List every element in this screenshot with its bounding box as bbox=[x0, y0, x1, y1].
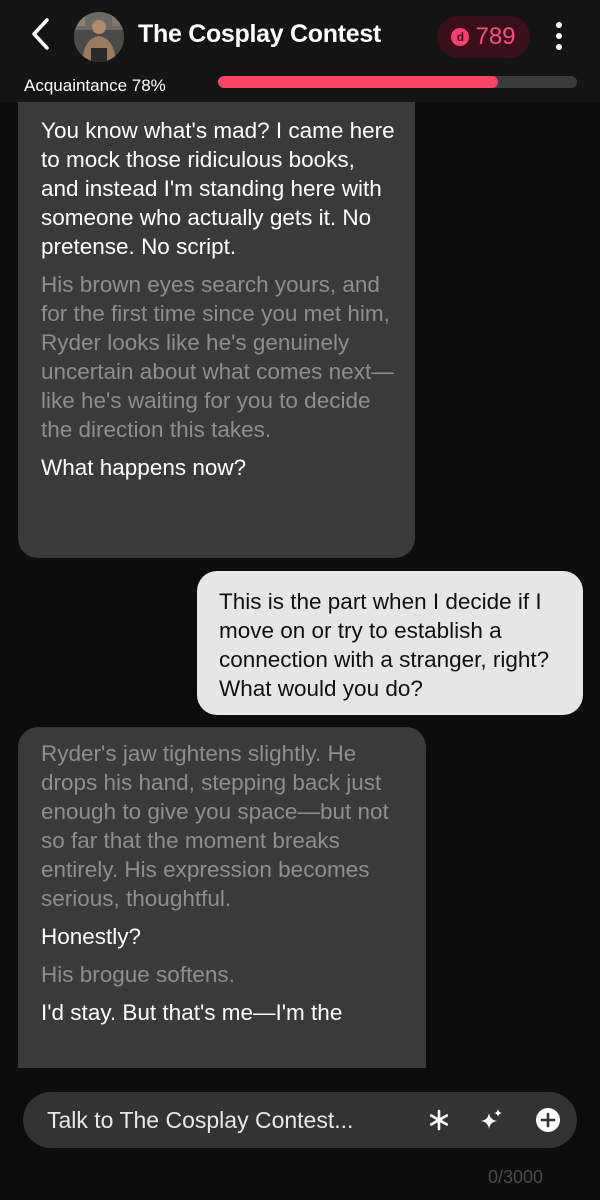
narration-text: His brogue softens. bbox=[41, 962, 235, 987]
coin-count: 789 bbox=[475, 23, 516, 50]
message-input-bar[interactable]: Talk to The Cosplay Contest... bbox=[23, 1092, 577, 1148]
dialogue-text: What happens now? bbox=[41, 455, 247, 480]
asterisk-button[interactable] bbox=[423, 1104, 455, 1136]
narration-text: His brown eyes search yours, and for the… bbox=[41, 272, 394, 442]
character-counter: 0/3000 bbox=[488, 1167, 544, 1187]
top-bar: The Cosplay Contest d 789 bbox=[0, 0, 600, 72]
message-input[interactable]: Talk to The Cosplay Contest... bbox=[47, 1107, 353, 1134]
dialogue-text: You know what's mad? I came here to mock… bbox=[41, 118, 395, 259]
character-message[interactable]: Ryder's jaw tightens slightly. He drops … bbox=[18, 727, 426, 1068]
chevron-left-icon bbox=[32, 18, 49, 50]
dot-icon bbox=[556, 33, 562, 39]
back-button[interactable] bbox=[22, 14, 58, 54]
acquaintance-label: Acquaintance 78% bbox=[24, 76, 166, 95]
sparkle-icon bbox=[481, 1109, 502, 1129]
dot-icon bbox=[556, 22, 562, 28]
asterisk-icon bbox=[429, 1109, 449, 1131]
dot-icon bbox=[556, 44, 562, 50]
coin-balance-badge[interactable]: d 789 bbox=[437, 16, 530, 58]
acquaintance-progress-bar bbox=[218, 76, 577, 88]
user-message-text: This is the part when I decide if I move… bbox=[219, 589, 550, 701]
more-options-button[interactable] bbox=[545, 16, 573, 56]
character-message[interactable]: You know what's mad? I came here to mock… bbox=[18, 102, 415, 558]
character-avatar[interactable] bbox=[74, 12, 124, 62]
add-button[interactable] bbox=[532, 1104, 564, 1136]
user-message[interactable]: This is the part when I decide if I move… bbox=[197, 571, 583, 715]
message-list[interactable]: You know what's mad? I came here to mock… bbox=[0, 102, 600, 1068]
narration-text: Ryder's jaw tightens slightly. He drops … bbox=[41, 741, 389, 911]
chat-screen: The Cosplay Contest d 789 Acquaintance 7… bbox=[0, 0, 600, 1200]
ai-suggest-button[interactable] bbox=[476, 1104, 508, 1136]
chat-title[interactable]: The Cosplay Contest bbox=[138, 20, 381, 49]
dialogue-text: I'd stay. But that's me—I'm the bbox=[41, 1000, 343, 1025]
plus-circle-icon bbox=[536, 1108, 560, 1132]
coin-icon: d bbox=[451, 28, 470, 46]
dialogue-text: Honestly? bbox=[41, 924, 142, 949]
acquaintance-progress-fill bbox=[218, 76, 499, 88]
